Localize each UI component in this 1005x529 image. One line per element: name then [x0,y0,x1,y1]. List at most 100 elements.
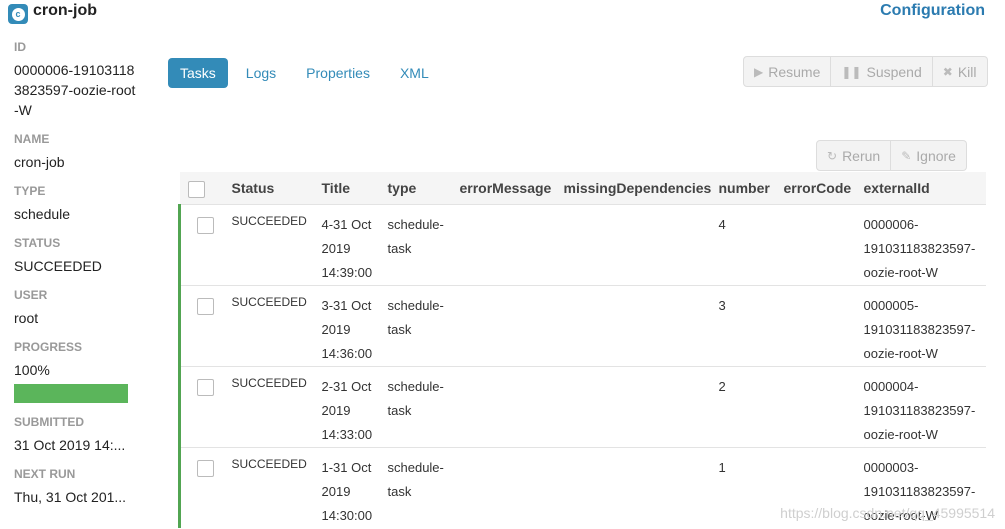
tab-xml[interactable]: XML [388,58,441,88]
submitted-value: 31 Oct 2019 14:... [14,437,126,453]
task-type: schedule-task [387,459,444,499]
tab-properties[interactable]: Properties [294,58,382,88]
id-label: ID [14,40,26,54]
task-error-code [776,204,856,285]
task-status: SUCCEEDED [231,213,307,228]
task-external-id: 0000004-191031183823597-oozie-root-W [863,378,976,442]
watermark: https://blog.csdn.net/qq_45995514 [780,505,995,521]
page-title: cron-job [33,2,97,19]
progress-bar-fill [14,384,128,403]
task-missing-dependencies [556,285,711,366]
task-status: SUCCEEDED [231,375,307,390]
pause-icon: ❚❚ [841,64,862,79]
resume-button[interactable]: ▶ Resume [743,56,832,87]
task-error-code [776,285,856,366]
row-select-cell [178,204,224,285]
progress-bar [14,384,128,403]
table-row[interactable]: SUCCEEDED 4-31 Oct 2019 14:39:00 schedul… [178,204,986,285]
app-logo-icon: c [8,4,28,24]
eraser-icon: ✎ [901,148,912,163]
row-checkbox[interactable] [197,297,214,315]
task-external-id: 0000006-191031183823597-oozie-root-W [863,216,976,280]
task-missing-dependencies [556,204,711,285]
next-run-label: NEXT RUN [14,467,76,481]
job-control-buttons: ▶ Resume ❚❚ Suspend ✖ Kill [743,56,988,87]
next-run-field: NEXT RUN Thu, 31 Oct 201... [14,467,139,507]
rerun-label: Rerun [842,147,881,164]
job-info-sidebar: ID 0000006-191031183823597-oozie-root-W … [14,40,139,519]
task-number: 3 [718,297,726,313]
row-checkbox[interactable] [197,216,214,234]
select-all-checkbox[interactable] [187,180,205,198]
type-field: TYPE schedule [14,184,139,224]
select-all-cell [180,172,224,204]
app-logo-letter: c [11,7,25,21]
type-label: TYPE [14,184,46,198]
table-row[interactable]: SUCCEEDED 2-31 Oct 2019 14:33:00 schedul… [178,366,986,447]
kill-button[interactable]: ✖ Kill [932,56,988,87]
tab-tasks[interactable]: Tasks [168,58,228,88]
play-icon: ▶ [754,64,764,79]
column-header-error-message[interactable]: errorMessage [452,172,556,204]
column-header-error-code[interactable]: errorCode [776,172,856,204]
column-header-type[interactable]: type [380,172,452,204]
submitted-field: SUBMITTED 31 Oct 2019 14:... [14,415,139,455]
task-title: 2-31 Oct 2019 14:33:00 [321,378,373,442]
task-status: SUCCEEDED [231,456,307,471]
suspend-label: Suspend [866,63,922,80]
column-header-external-id[interactable]: externalId [856,172,987,204]
progress-field: PROGRESS 100% [14,340,139,403]
row-checkbox[interactable] [197,378,214,396]
row-checkbox[interactable] [197,459,214,477]
task-error-message [452,204,556,285]
task-number: 2 [718,378,726,394]
status-value: SUCCEEDED [14,258,102,274]
id-value: 0000006-191031183823597-oozie-root-W [14,62,136,118]
task-number: 4 [718,216,726,232]
status-label: STATUS [14,236,61,250]
ignore-button[interactable]: ✎ Ignore [891,140,967,171]
column-header-title[interactable]: Title [314,172,380,204]
configuration-link[interactable]: Configuration [880,2,985,20]
task-error-message [452,447,556,528]
user-value: root [14,310,39,326]
task-title: 3-31 Oct 2019 14:36:00 [321,297,373,361]
table-row[interactable]: SUCCEEDED 3-31 Oct 2019 14:36:00 schedul… [178,285,986,366]
progress-value: 100% [14,362,50,378]
task-type: schedule-task [387,216,444,256]
task-external-id: 0000005-191031183823597-oozie-root-W [863,297,976,361]
task-error-message [452,285,556,366]
close-icon: ✖ [942,64,953,79]
task-missing-dependencies [556,447,711,528]
next-run-value: Thu, 31 Oct 201... [14,489,127,505]
suspend-button[interactable]: ❚❚ Suspend [831,56,933,87]
progress-label: PROGRESS [14,340,83,354]
row-select-cell [178,366,224,447]
column-header-status[interactable]: Status [224,172,314,204]
task-type: schedule-task [387,297,444,337]
tasks-table-container: Status Title type errorMessage missingDe… [178,172,986,529]
ignore-label: Ignore [916,147,956,164]
user-field: USER root [14,288,139,328]
refresh-icon: ↻ [827,148,838,163]
task-missing-dependencies [556,366,711,447]
type-value: schedule [14,206,71,222]
rerun-button[interactable]: ↻ Rerun [816,140,892,171]
column-header-missing-dependencies[interactable]: missingDependencies [556,172,712,204]
task-action-buttons: ↻ Rerun ✎ Ignore [816,140,967,171]
name-value: cron-job [14,154,65,170]
name-label: NAME [14,132,50,146]
job-tabs: Tasks Logs Properties XML [168,58,441,88]
task-type: schedule-task [387,378,444,418]
table-header-row: Status Title type errorMessage missingDe… [179,172,987,204]
resume-label: Resume [768,63,821,80]
name-field: NAME cron-job [14,132,139,172]
tab-logs[interactable]: Logs [234,58,288,88]
row-select-cell [178,447,224,528]
task-title: 1-31 Oct 2019 14:30:00 [321,459,373,523]
user-label: USER [14,288,48,302]
column-header-number[interactable]: number [711,172,776,204]
kill-label: Kill [957,63,977,80]
submitted-label: SUBMITTED [14,415,84,429]
task-error-message [452,366,556,447]
